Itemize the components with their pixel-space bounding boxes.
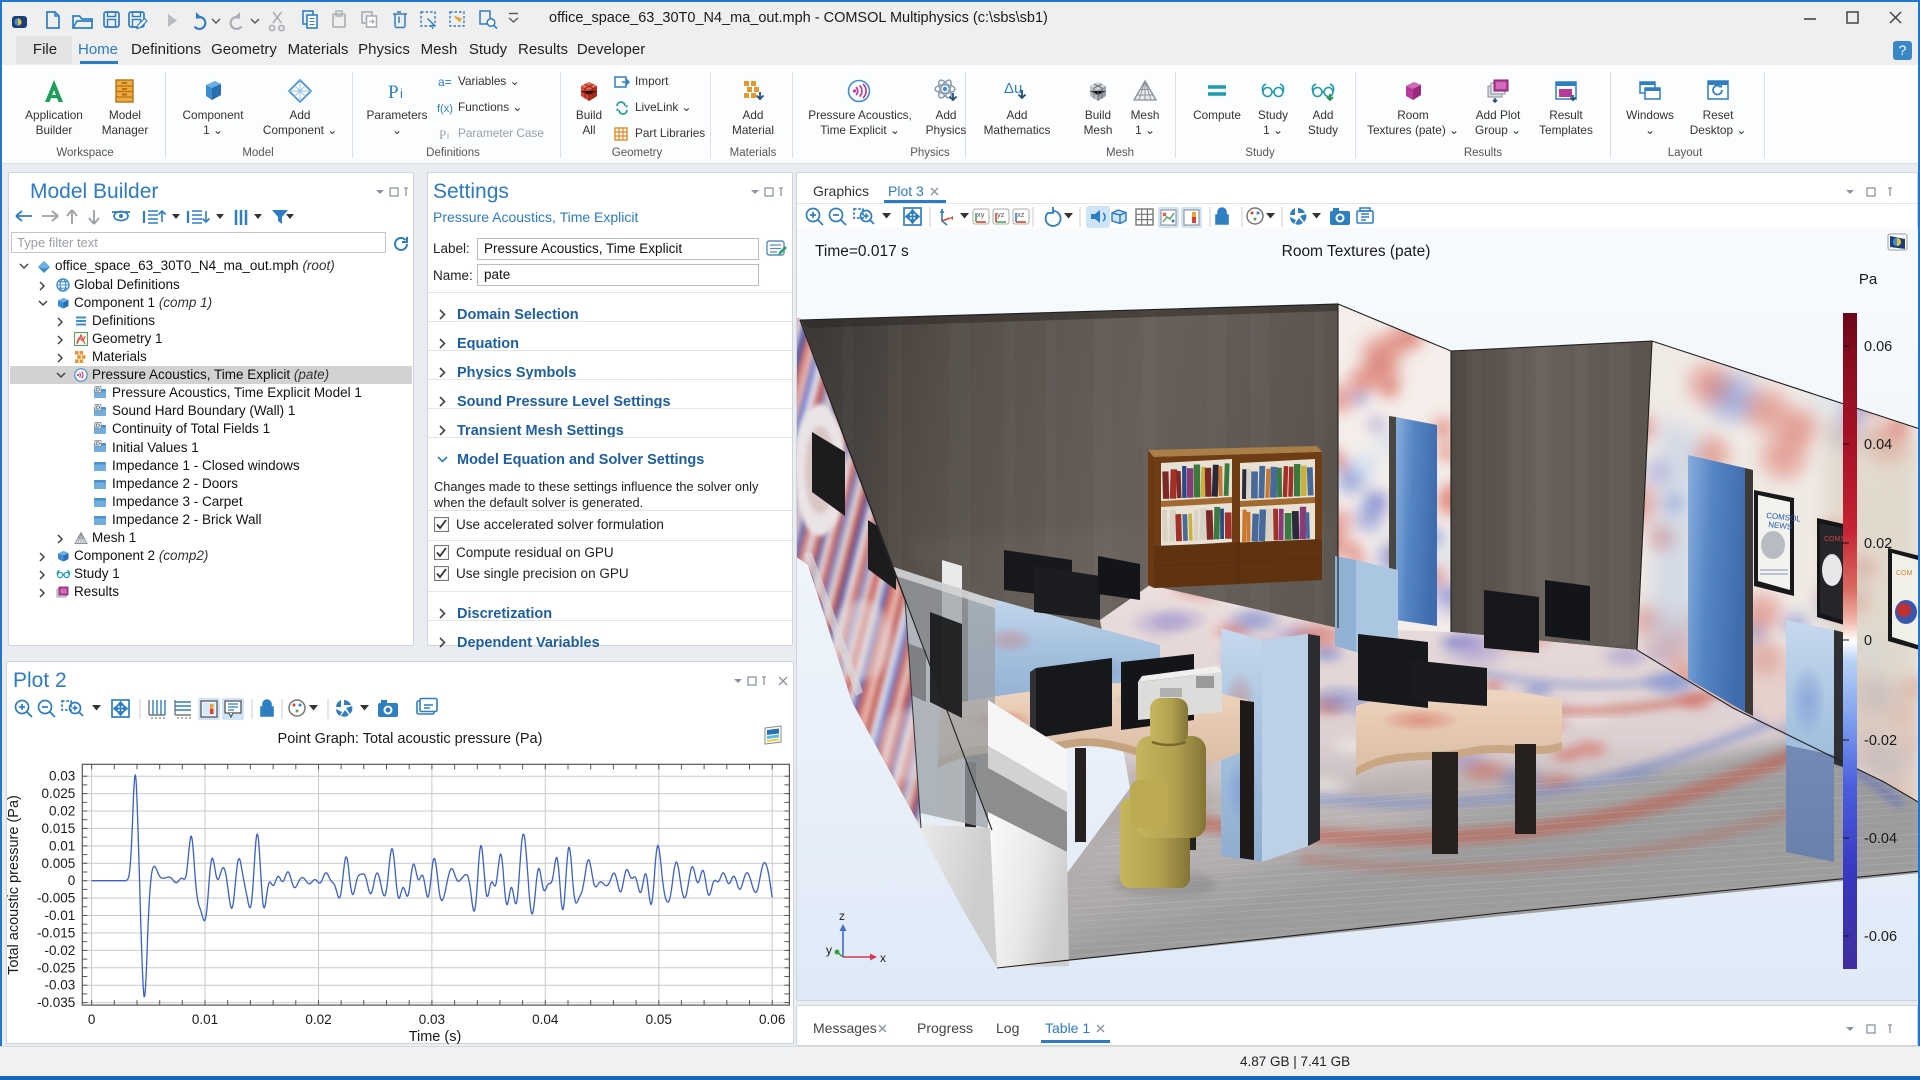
svg-text:D: D [96, 388, 100, 394]
svg-text:a=: a= [438, 75, 452, 89]
svg-text:D: D [96, 406, 100, 412]
svg-text:-0.005: -0.005 [37, 891, 75, 906]
svg-text:0.02: 0.02 [49, 804, 75, 819]
svg-text:yz: yz [997, 210, 1005, 219]
svg-text:0.01: 0.01 [192, 1012, 218, 1027]
svg-text:-0.015: -0.015 [37, 926, 75, 941]
svg-text:0: 0 [88, 1012, 96, 1027]
svg-text:COMS: COMS [1824, 536, 1845, 543]
svg-text:x: x [880, 951, 886, 965]
svg-text:0.06: 0.06 [759, 1012, 785, 1027]
svg-text:z: z [839, 909, 845, 923]
svg-text:Pa: Pa [1859, 271, 1878, 288]
svg-text:0.01: 0.01 [49, 838, 75, 853]
svg-text:0.025: 0.025 [42, 786, 76, 801]
svg-text:-0.03: -0.03 [45, 978, 76, 993]
svg-text:0.05: 0.05 [646, 1012, 672, 1027]
svg-text:0.015: 0.015 [42, 821, 76, 836]
svg-text:0.04: 0.04 [1864, 437, 1892, 453]
svg-text:Time=0.017 s: Time=0.017 s [815, 243, 909, 260]
svg-text:f(x): f(x) [437, 103, 453, 115]
svg-text:Room Textures (pate): Room Textures (pate) [1282, 243, 1431, 260]
svg-text:y: y [826, 943, 832, 957]
svg-text:0.005: 0.005 [42, 856, 76, 871]
svg-text:i: i [447, 131, 449, 141]
svg-text:P: P [388, 82, 399, 103]
svg-text:-0.035: -0.035 [37, 995, 75, 1010]
svg-text:xz: xz [1017, 210, 1025, 219]
svg-text:Time (s): Time (s) [409, 1029, 462, 1044]
svg-text:P: P [439, 127, 446, 142]
svg-text:-0.01: -0.01 [45, 908, 76, 923]
svg-text:Total acoustic pressure (Pa): Total acoustic pressure (Pa) [6, 795, 22, 975]
svg-text:0: 0 [1864, 633, 1872, 649]
svg-text:0.06: 0.06 [1864, 339, 1892, 355]
svg-text:0: 0 [68, 873, 76, 888]
svg-text:COM: COM [1896, 570, 1913, 577]
svg-text:D: D [96, 424, 100, 430]
svg-text:0.03: 0.03 [49, 769, 75, 784]
svg-text:-0.06: -0.06 [1864, 929, 1897, 945]
svg-text:-0.02: -0.02 [1864, 733, 1897, 749]
svg-text:0.03: 0.03 [419, 1012, 445, 1027]
svg-text:0.02: 0.02 [305, 1012, 331, 1027]
svg-text:-0.02: -0.02 [45, 943, 76, 958]
svg-text:0.02: 0.02 [1864, 536, 1892, 552]
svg-text:xy: xy [977, 210, 985, 219]
svg-text:D: D [96, 442, 100, 448]
svg-text:i: i [400, 86, 403, 101]
svg-text:-0.025: -0.025 [37, 960, 75, 975]
svg-text:-0.04: -0.04 [1864, 831, 1897, 847]
svg-text:0.04: 0.04 [532, 1012, 559, 1027]
